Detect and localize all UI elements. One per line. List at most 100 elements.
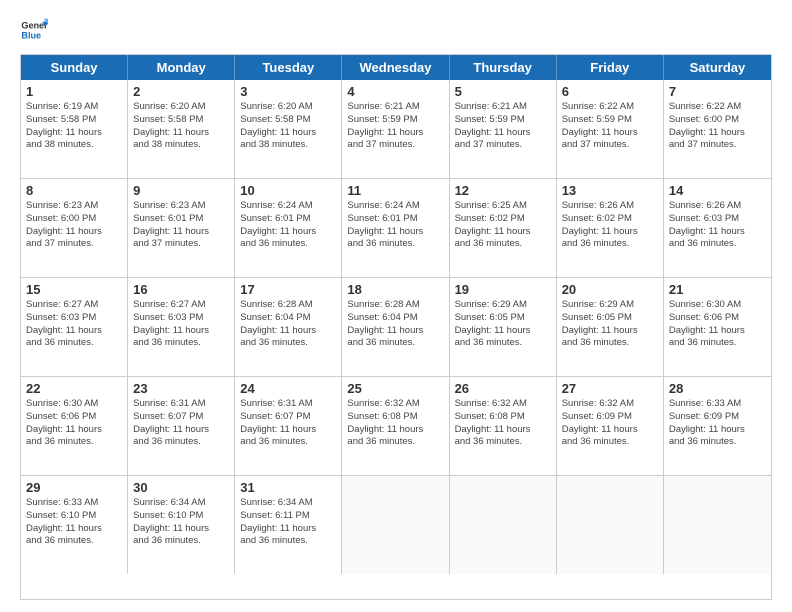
calendar-cell: 23Sunrise: 6:31 AM Sunset: 6:07 PM Dayli… [128, 377, 235, 475]
day-number: 17 [240, 282, 336, 297]
calendar-header: SundayMondayTuesdayWednesdayThursdayFrid… [21, 55, 771, 80]
day-info: Sunrise: 6:31 AM Sunset: 6:07 PM Dayligh… [133, 398, 229, 449]
calendar-cell: 12 Sunrise: 6:25 AM Sunset: 6:02 PM Dayli… [450, 179, 557, 277]
day-number: 9 [133, 183, 229, 198]
day-number: 5 [455, 84, 551, 99]
calendar-cell: 29 Sunrise: 6:33 AM Sunset: 6:10 PM Dayli… [21, 476, 128, 574]
day-info: Sunrise: 6:23 AM Sunset: 6:01 PM Dayligh… [133, 200, 229, 251]
header-day-saturday: Saturday [664, 55, 771, 80]
calendar-cell: 31 Sunrise: 6:34 AM Sunset: 6:11 PM Dayli… [235, 476, 342, 574]
day-info: Sunrise: 6:26 AM Sunset: 6:02 PM Dayligh… [562, 200, 658, 251]
calendar-cell: 24 Sunrise: 6:31 AM Sunset: 6:07 PM Dayli… [235, 377, 342, 475]
calendar-cell: 16 Sunrise: 6:27 AM Sunset: 6:03 PM Dayli… [128, 278, 235, 376]
day-number: 28 [669, 381, 766, 396]
day-info: Sunrise: 6:32 AM Sunset: 6:09 PM Dayligh… [562, 398, 658, 449]
calendar-cell: 2 Sunrise: 6:20 AM Sunset: 5:58 PM Daylig… [128, 80, 235, 178]
day-number: 21 [669, 282, 766, 297]
day-number: 14 [669, 183, 766, 198]
header: General Blue [20, 16, 772, 44]
day-info: Sunrise: 6:34 AM Sunset: 6:11 PM Dayligh… [240, 497, 336, 548]
day-number: 18 [347, 282, 443, 297]
day-info: Sunrise: 6:28 AM Sunset: 6:04 PM Dayligh… [240, 299, 336, 350]
calendar-cell: 26 Sunrise: 6:32 AM Sunset: 6:08 PM Dayli… [450, 377, 557, 475]
calendar-cell: 19 Sunrise: 6:29 AM Sunset: 6:05 PM Dayli… [450, 278, 557, 376]
calendar-body: 1 Sunrise: 6:19 AM Sunset: 5:58 PM Daylig… [21, 80, 771, 574]
calendar: SundayMondayTuesdayWednesdayThursdayFrid… [20, 54, 772, 600]
day-info: Sunrise: 6:33 AM Sunset: 6:10 PM Dayligh… [26, 497, 122, 548]
calendar-cell: 3Sunrise: 6:20 AM Sunset: 5:58 PM Daylig… [235, 80, 342, 178]
day-number: 7 [669, 84, 766, 99]
header-day-thursday: Thursday [450, 55, 557, 80]
day-info: Sunrise: 6:34 AM Sunset: 6:10 PM Dayligh… [133, 497, 229, 548]
calendar-cell: 21 Sunrise: 6:30 AM Sunset: 6:06 PM Dayli… [664, 278, 771, 376]
calendar-cell: 28Sunrise: 6:33 AM Sunset: 6:09 PM Dayli… [664, 377, 771, 475]
day-info: Sunrise: 6:29 AM Sunset: 6:05 PM Dayligh… [455, 299, 551, 350]
calendar-cell: 1 Sunrise: 6:19 AM Sunset: 5:58 PM Daylig… [21, 80, 128, 178]
calendar-cell: 7 Sunrise: 6:22 AM Sunset: 6:00 PM Daylig… [664, 80, 771, 178]
day-number: 1 [26, 84, 122, 99]
day-number: 15 [26, 282, 122, 297]
day-number: 31 [240, 480, 336, 495]
calendar-cell: 9 Sunrise: 6:23 AM Sunset: 6:01 PM Daylig… [128, 179, 235, 277]
day-info: Sunrise: 6:30 AM Sunset: 6:06 PM Dayligh… [26, 398, 122, 449]
day-number: 24 [240, 381, 336, 396]
calendar-cell [557, 476, 664, 574]
calendar-cell: 14 Sunrise: 6:26 AM Sunset: 6:03 PM Dayli… [664, 179, 771, 277]
calendar-cell: 17 Sunrise: 6:28 AM Sunset: 6:04 PM Dayli… [235, 278, 342, 376]
calendar-week-3: 15 Sunrise: 6:27 AM Sunset: 6:03 PM Dayli… [21, 278, 771, 377]
day-info: Sunrise: 6:27 AM Sunset: 6:03 PM Dayligh… [133, 299, 229, 350]
day-info: Sunrise: 6:32 AM Sunset: 6:08 PM Dayligh… [455, 398, 551, 449]
calendar-cell: 25 Sunrise: 6:32 AM Sunset: 6:08 PM Dayli… [342, 377, 449, 475]
day-number: 27 [562, 381, 658, 396]
calendar-cell: 13Sunrise: 6:26 AM Sunset: 6:02 PM Dayli… [557, 179, 664, 277]
logo: General Blue [20, 16, 48, 44]
day-info: Sunrise: 6:32 AM Sunset: 6:08 PM Dayligh… [347, 398, 443, 449]
day-number: 4 [347, 84, 443, 99]
header-day-wednesday: Wednesday [342, 55, 449, 80]
header-day-sunday: Sunday [21, 55, 128, 80]
day-info: Sunrise: 6:20 AM Sunset: 5:58 PM Dayligh… [133, 101, 229, 152]
day-info: Sunrise: 6:22 AM Sunset: 6:00 PM Dayligh… [669, 101, 766, 152]
calendar-week-5: 29 Sunrise: 6:33 AM Sunset: 6:10 PM Dayli… [21, 476, 771, 574]
day-number: 26 [455, 381, 551, 396]
calendar-cell: 4 Sunrise: 6:21 AM Sunset: 5:59 PM Daylig… [342, 80, 449, 178]
calendar-page: General Blue SundayMondayTuesdayWednesda… [0, 0, 792, 612]
day-info: Sunrise: 6:23 AM Sunset: 6:00 PM Dayligh… [26, 200, 122, 251]
day-info: Sunrise: 6:25 AM Sunset: 6:02 PM Dayligh… [455, 200, 551, 251]
calendar-cell: 11Sunrise: 6:24 AM Sunset: 6:01 PM Dayli… [342, 179, 449, 277]
calendar-week-4: 22Sunrise: 6:30 AM Sunset: 6:06 PM Dayli… [21, 377, 771, 476]
calendar-cell: 10 Sunrise: 6:24 AM Sunset: 6:01 PM Dayli… [235, 179, 342, 277]
calendar-cell: 30 Sunrise: 6:34 AM Sunset: 6:10 PM Dayli… [128, 476, 235, 574]
day-number: 25 [347, 381, 443, 396]
day-number: 3 [240, 84, 336, 99]
day-info: Sunrise: 6:24 AM Sunset: 6:01 PM Dayligh… [240, 200, 336, 251]
calendar-cell: 27 Sunrise: 6:32 AM Sunset: 6:09 PM Dayli… [557, 377, 664, 475]
svg-text:Blue: Blue [21, 30, 41, 40]
logo-icon: General Blue [20, 16, 48, 44]
day-info: Sunrise: 6:28 AM Sunset: 6:04 PM Dayligh… [347, 299, 443, 350]
calendar-cell: 18 Sunrise: 6:28 AM Sunset: 6:04 PM Dayli… [342, 278, 449, 376]
day-info: Sunrise: 6:30 AM Sunset: 6:06 PM Dayligh… [669, 299, 766, 350]
day-info: Sunrise: 6:21 AM Sunset: 5:59 PM Dayligh… [347, 101, 443, 152]
day-number: 2 [133, 84, 229, 99]
calendar-week-1: 1 Sunrise: 6:19 AM Sunset: 5:58 PM Daylig… [21, 80, 771, 179]
calendar-cell: 8Sunrise: 6:23 AM Sunset: 6:00 PM Daylig… [21, 179, 128, 277]
day-number: 6 [562, 84, 658, 99]
calendar-week-2: 8Sunrise: 6:23 AM Sunset: 6:00 PM Daylig… [21, 179, 771, 278]
day-number: 19 [455, 282, 551, 297]
day-number: 10 [240, 183, 336, 198]
calendar-cell: 20Sunrise: 6:29 AM Sunset: 6:05 PM Dayli… [557, 278, 664, 376]
day-number: 20 [562, 282, 658, 297]
day-number: 12 [455, 183, 551, 198]
day-number: 11 [347, 183, 443, 198]
calendar-cell [342, 476, 449, 574]
day-info: Sunrise: 6:31 AM Sunset: 6:07 PM Dayligh… [240, 398, 336, 449]
day-info: Sunrise: 6:19 AM Sunset: 5:58 PM Dayligh… [26, 101, 122, 152]
calendar-cell: 6Sunrise: 6:22 AM Sunset: 5:59 PM Daylig… [557, 80, 664, 178]
day-info: Sunrise: 6:27 AM Sunset: 6:03 PM Dayligh… [26, 299, 122, 350]
day-number: 16 [133, 282, 229, 297]
calendar-cell [450, 476, 557, 574]
day-number: 30 [133, 480, 229, 495]
day-number: 29 [26, 480, 122, 495]
day-info: Sunrise: 6:26 AM Sunset: 6:03 PM Dayligh… [669, 200, 766, 251]
